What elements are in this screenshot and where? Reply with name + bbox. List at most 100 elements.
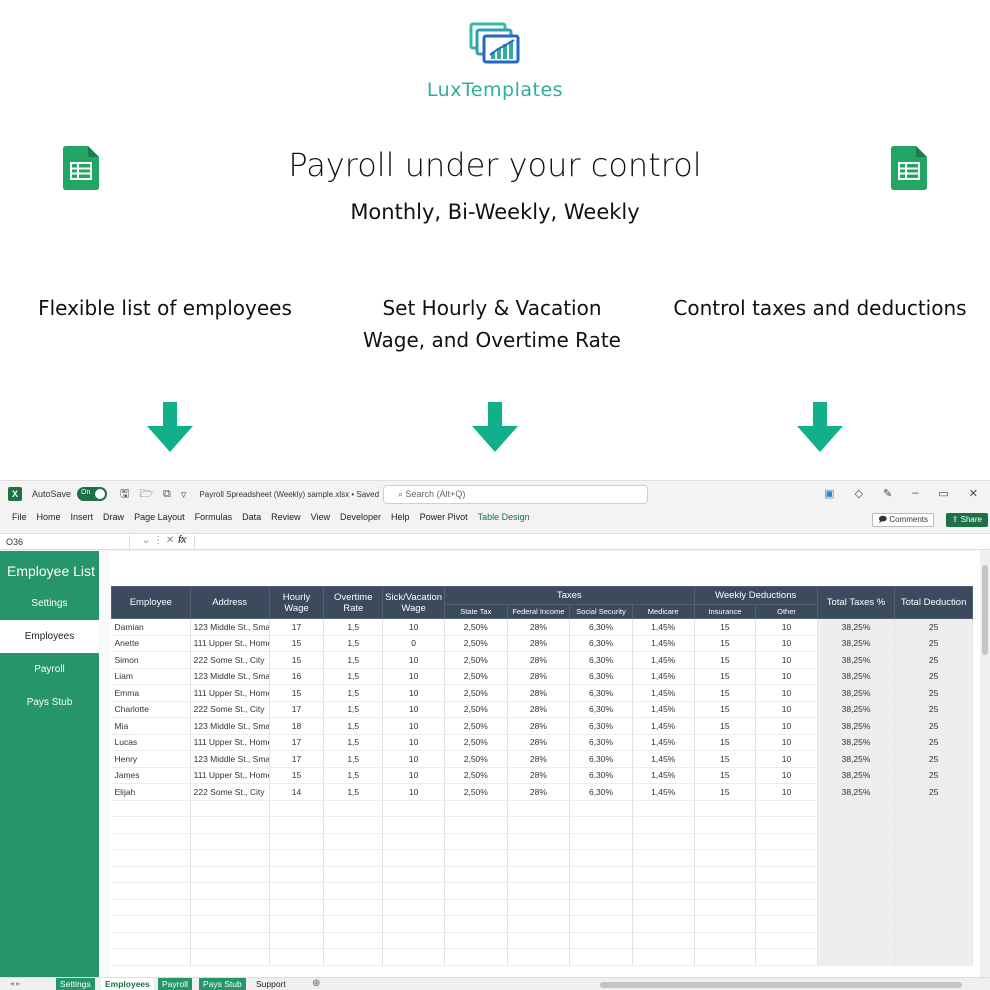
empty-cell[interactable]: [190, 866, 270, 883]
empty-cell[interactable]: [269, 948, 325, 966]
table-cell[interactable]: 14: [269, 783, 325, 801]
empty-cell[interactable]: [382, 800, 446, 817]
autosave-toggle[interactable]: On: [77, 487, 108, 501]
table-cell[interactable]: 1,45%: [632, 717, 695, 735]
table-cell[interactable]: 25: [894, 767, 973, 784]
table-cell[interactable]: 6,30%: [569, 684, 633, 702]
empty-cell[interactable]: [323, 899, 384, 916]
table-cell[interactable]: 1,5: [323, 734, 384, 751]
empty-cell[interactable]: [444, 915, 508, 933]
table-cell[interactable]: 28%: [507, 618, 571, 636]
menu-data[interactable]: Data: [242, 512, 261, 522]
empty-cell[interactable]: [323, 816, 384, 834]
table-cell[interactable]: 222 Some St., City: [190, 783, 270, 801]
table-cell[interactable]: 38,25%: [817, 701, 896, 718]
empty-cell[interactable]: [694, 849, 757, 867]
empty-cell[interactable]: [507, 816, 571, 834]
tab-employees[interactable]: Employees: [101, 978, 154, 990]
empty-cell[interactable]: [190, 899, 270, 916]
empty-cell[interactable]: [755, 882, 818, 900]
table-cell[interactable]: 25: [894, 635, 973, 652]
table-cell[interactable]: 123 Middle St., Sma: [190, 618, 270, 636]
empty-cell[interactable]: [569, 899, 633, 916]
table-cell[interactable]: Anette: [111, 635, 191, 652]
empty-cell[interactable]: [269, 800, 325, 817]
empty-cell[interactable]: [444, 882, 508, 900]
empty-cell[interactable]: [632, 899, 695, 916]
vertical-scrollbar[interactable]: [980, 551, 990, 977]
empty-cell[interactable]: [632, 915, 695, 933]
table-cell[interactable]: 10: [382, 717, 446, 735]
table-cell[interactable]: 111 Upper St., Home: [190, 684, 270, 702]
table-cell[interactable]: Elijah: [111, 783, 191, 801]
table-cell[interactable]: 38,25%: [817, 635, 896, 652]
table-cell[interactable]: 1,45%: [632, 651, 695, 669]
table-cell[interactable]: 15: [694, 684, 757, 702]
empty-cell[interactable]: [817, 833, 896, 850]
menu-help[interactable]: Help: [391, 512, 410, 522]
empty-cell[interactable]: [755, 816, 818, 834]
table-cell[interactable]: 10: [382, 783, 446, 801]
table-cell[interactable]: 17: [269, 734, 325, 751]
empty-cell[interactable]: [694, 866, 757, 883]
table-cell[interactable]: 15: [694, 668, 757, 685]
header-hourly-wage[interactable]: Hourly Wage: [268, 586, 325, 619]
empty-cell[interactable]: [894, 899, 973, 916]
empty-cell[interactable]: [507, 866, 571, 883]
empty-cell[interactable]: [817, 849, 896, 867]
menu-power-pivot[interactable]: Power Pivot: [420, 512, 468, 522]
table-cell[interactable]: 15: [694, 651, 757, 669]
table-cell[interactable]: 2,50%: [444, 717, 508, 735]
empty-cell[interactable]: [444, 932, 508, 949]
table-cell[interactable]: James: [111, 767, 191, 784]
empty-cell[interactable]: [894, 948, 973, 966]
empty-cell[interactable]: [444, 948, 508, 966]
empty-cell[interactable]: [269, 915, 325, 933]
table-cell[interactable]: 25: [894, 701, 973, 718]
empty-cell[interactable]: [694, 816, 757, 834]
table-cell[interactable]: 1,5: [323, 767, 384, 784]
empty-cell[interactable]: [444, 816, 508, 834]
empty-cell[interactable]: [755, 800, 818, 817]
table-cell[interactable]: 10: [755, 750, 818, 768]
menu-formulas[interactable]: Formulas: [195, 512, 233, 522]
table-cell[interactable]: 38,25%: [817, 767, 896, 784]
empty-cell[interactable]: [894, 833, 973, 850]
empty-cell[interactable]: [269, 899, 325, 916]
tab-settings[interactable]: Settings: [56, 978, 95, 990]
table-cell[interactable]: 1,45%: [632, 767, 695, 784]
empty-cell[interactable]: [111, 800, 191, 817]
scroll-thumb[interactable]: [982, 565, 988, 655]
table-cell[interactable]: 1,5: [323, 651, 384, 669]
empty-cell[interactable]: [323, 866, 384, 883]
table-cell[interactable]: 28%: [507, 651, 571, 669]
header-medicare[interactable]: Medicare: [631, 604, 695, 619]
header-total-taxes[interactable]: Total Taxes %: [816, 586, 896, 619]
empty-cell[interactable]: [569, 800, 633, 817]
table-cell[interactable]: 6,30%: [569, 635, 633, 652]
table-cell[interactable]: 10: [382, 734, 446, 751]
table-cell[interactable]: 28%: [507, 734, 571, 751]
menu-review[interactable]: Review: [271, 512, 301, 522]
empty-cell[interactable]: [382, 816, 446, 834]
empty-cell[interactable]: [817, 899, 896, 916]
empty-cell[interactable]: [694, 932, 757, 949]
header-address[interactable]: Address: [189, 586, 270, 619]
table-cell[interactable]: 18: [269, 717, 325, 735]
close-icon[interactable]: ✕: [969, 487, 978, 500]
empty-cell[interactable]: [755, 915, 818, 933]
empty-cell[interactable]: [507, 932, 571, 949]
table-cell[interactable]: Damian: [111, 618, 191, 636]
empty-cell[interactable]: [190, 915, 270, 933]
table-cell[interactable]: 38,25%: [817, 618, 896, 636]
table-cell[interactable]: 15: [269, 684, 325, 702]
table-cell[interactable]: 25: [894, 651, 973, 669]
table-cell[interactable]: 6,30%: [569, 717, 633, 735]
fx-icon[interactable]: fx: [178, 534, 187, 546]
header-overtime-rate[interactable]: Overtime Rate: [323, 586, 384, 619]
table-cell[interactable]: 15: [694, 701, 757, 718]
empty-cell[interactable]: [382, 866, 446, 883]
table-cell[interactable]: 2,50%: [444, 684, 508, 702]
table-cell[interactable]: 38,25%: [817, 750, 896, 768]
table-cell[interactable]: 2,50%: [444, 701, 508, 718]
